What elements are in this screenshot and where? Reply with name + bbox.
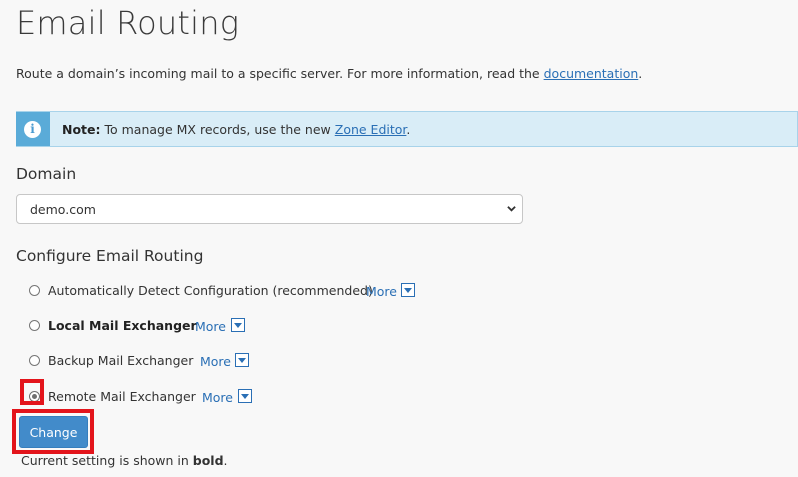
more-link[interactable]: More	[202, 390, 233, 405]
page-title: Email Routing	[16, 4, 240, 42]
domain-select-value: demo.com	[30, 202, 96, 217]
callout-text: Note: To manage MX records, use the new …	[62, 122, 410, 137]
info-callout: i Note: To manage MX records, use the ne…	[16, 111, 798, 147]
footer-text: Current setting is shown in	[21, 453, 193, 468]
page-description: Route a domain’s incoming mail to a spec…	[16, 66, 642, 81]
routing-option-label: Backup Mail Exchanger	[48, 353, 194, 368]
intro-text: Route a domain’s incoming mail to a spec…	[16, 66, 544, 81]
more-link[interactable]: More	[366, 284, 397, 299]
documentation-link[interactable]: documentation	[544, 66, 639, 81]
routing-option-label: Automatically Detect Configuration (reco…	[48, 283, 373, 298]
domain-select[interactable]: demo.com	[16, 194, 523, 224]
note-end: .	[406, 122, 411, 137]
more-link[interactable]: More	[195, 319, 226, 334]
zone-editor-link[interactable]: Zone Editor	[335, 122, 407, 137]
expand-dropdown-icon[interactable]	[238, 389, 252, 403]
expand-dropdown-icon[interactable]	[235, 353, 249, 367]
change-button[interactable]: Change	[19, 416, 88, 448]
more-link[interactable]: More	[200, 354, 231, 369]
intro-end: .	[638, 66, 643, 81]
chevron-down-icon	[507, 206, 516, 212]
expand-dropdown-icon[interactable]	[401, 283, 415, 297]
routing-heading: Configure Email Routing	[16, 247, 204, 265]
routing-option-label: Local Mail Exchanger	[48, 318, 197, 333]
footer-end: .	[223, 453, 228, 468]
note-body: To manage MX records, use the new	[100, 122, 335, 137]
radio-backup[interactable]	[29, 355, 40, 366]
footer-bold-word: bold	[192, 453, 224, 468]
radio-highlight-box	[20, 379, 44, 405]
radio-local[interactable]	[29, 320, 40, 331]
routing-option-label: Remote Mail Exchanger	[48, 389, 196, 404]
domain-heading: Domain	[16, 165, 77, 183]
info-icon: i	[24, 121, 41, 138]
note-label: Note:	[62, 122, 101, 137]
radio-auto[interactable]	[29, 285, 40, 296]
expand-dropdown-icon[interactable]	[231, 318, 245, 332]
current-setting-hint: Current setting is shown in bold.	[21, 453, 228, 468]
